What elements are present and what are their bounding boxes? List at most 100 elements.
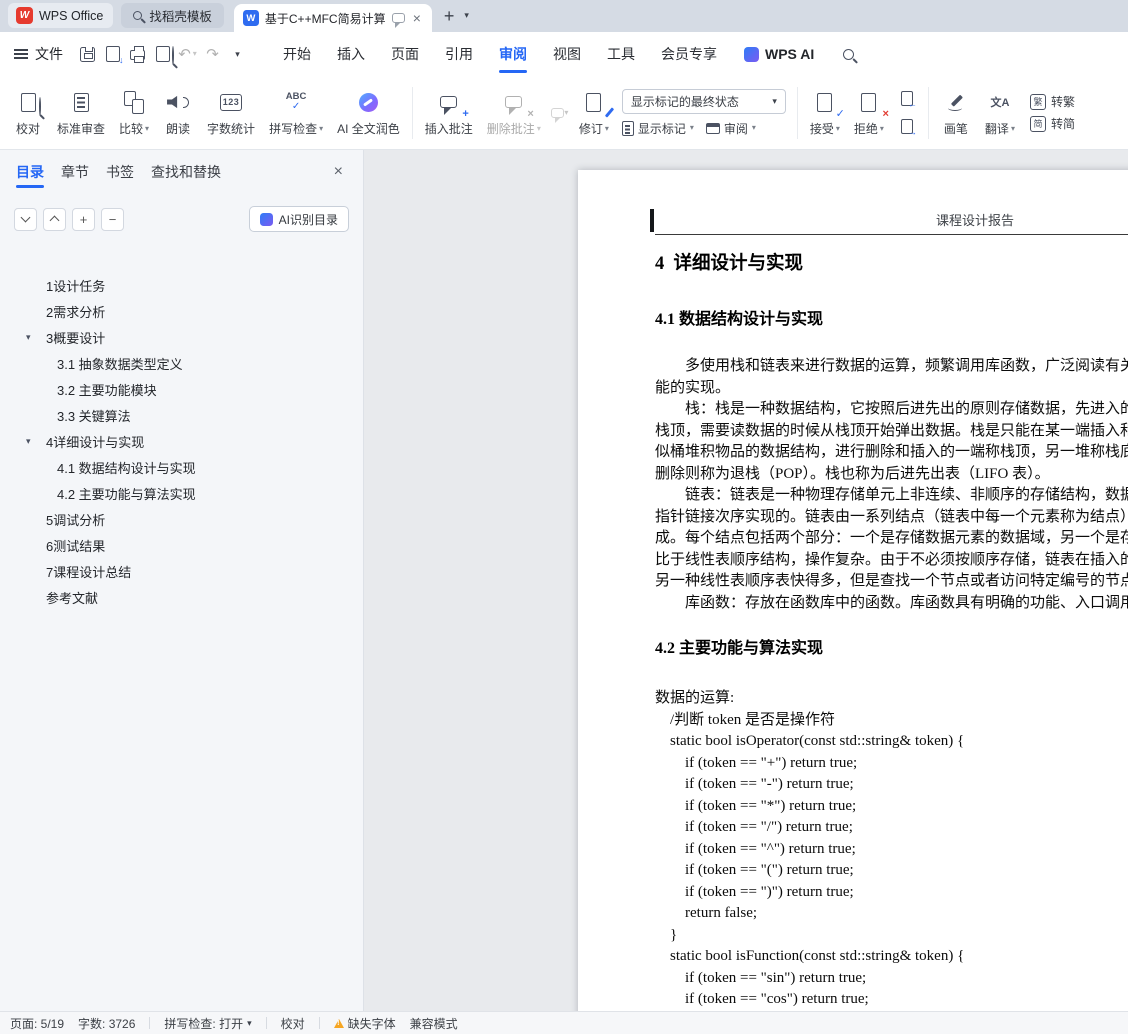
to-traditional-button[interactable]: 繁 转繁 xyxy=(1029,93,1102,110)
sidebar-tab-chapters[interactable]: 章节 xyxy=(61,150,89,194)
toc-item[interactable]: 1设计任务 xyxy=(0,272,363,298)
next-change-button[interactable]: → xyxy=(895,116,919,137)
toc-item[interactable]: 4.1 数据结构设计与实现 xyxy=(0,454,363,480)
compat-mode-indicator[interactable]: 兼容模式 xyxy=(410,1015,458,1032)
wps-ai-button[interactable]: WPS AI xyxy=(744,46,814,62)
ink-button[interactable]: 画笔 xyxy=(934,81,978,145)
document-text-line[interactable]: 数据的运算: xyxy=(655,688,1128,710)
search-button[interactable] xyxy=(836,41,861,67)
show-markup-button[interactable]: 显示标记 ▾ xyxy=(621,120,694,137)
code-line[interactable]: return false; xyxy=(655,903,1128,925)
sidebar-tab-bookmarks[interactable]: 书签 xyxy=(106,150,134,194)
toc-item[interactable]: 2需求分析 xyxy=(0,298,363,324)
redo-button[interactable]: ↷ xyxy=(200,41,225,67)
toc-item[interactable]: 3.1 抽象数据类型定义 xyxy=(0,350,363,376)
section-heading[interactable]: 4.2 主要功能与算法实现 xyxy=(655,634,1128,658)
print-button[interactable] xyxy=(125,41,150,67)
customize-quick-toolbar-button[interactable]: ▾ xyxy=(225,41,250,67)
tab-view[interactable]: 视图 xyxy=(540,32,594,76)
export-button[interactable]: ↓ xyxy=(100,41,125,67)
document-text-line[interactable]: 库函数：存放在函数库中的函数。库函数具有明确的功能、入口调用参数 xyxy=(655,593,1128,615)
tab-start[interactable]: 开始 xyxy=(270,32,324,76)
code-line[interactable]: if (token == "/") return true; xyxy=(655,817,1128,839)
accept-button[interactable]: ✓ 接受 ▾ xyxy=(803,81,847,145)
spell-check-button[interactable]: ABC ✓ 拼写检查 ▾ xyxy=(262,81,330,145)
collapse-arrow-icon[interactable]: ▾ xyxy=(26,332,31,343)
delete-comment-button[interactable]: × 删除批注 ▾ xyxy=(480,81,548,145)
document-text-line[interactable]: 多使用栈和链表来进行数据的运算，频繁调用库函数，广泛阅读有关书籍 xyxy=(655,356,1128,378)
toc-item[interactable]: 6测试结果 xyxy=(0,532,363,558)
document-text-line[interactable]: 删除则称为退栈（POP）。栈也称为后进先出表（LIFO 表）。 xyxy=(655,464,1128,486)
tab-insert[interactable]: 插入 xyxy=(324,32,378,76)
section-heading[interactable]: 4.1 数据结构设计与实现 xyxy=(655,305,1128,329)
page-indicator[interactable]: 页面: 5/19 xyxy=(10,1015,64,1032)
code-line[interactable]: /判断 token 是否是操作符 xyxy=(655,710,1128,732)
close-tab-icon[interactable]: × xyxy=(411,10,423,26)
spell-check-toggle[interactable]: 拼写检查: 打开 ▾ xyxy=(164,1015,251,1032)
toc-item[interactable]: ▾ 4详细设计与实现 xyxy=(0,428,363,454)
chapter-heading[interactable]: 4 详细设计与实现 xyxy=(655,249,1128,275)
tab-page[interactable]: 页面 xyxy=(378,32,432,76)
tab-reference[interactable]: 引用 xyxy=(432,32,486,76)
toc-item[interactable]: 3.3 关键算法 xyxy=(0,402,363,428)
document-page[interactable]: 课程设计报告 4 详细设计与实现 4.1 数据结构设计与实现 多使用栈和链表来进… xyxy=(578,170,1128,1011)
toc-item[interactable]: 7课程设计总结 xyxy=(0,558,363,584)
code-line[interactable]: } xyxy=(655,925,1128,947)
proofread-button[interactable]: 校对 xyxy=(6,81,50,145)
read-aloud-button[interactable]: 朗读 xyxy=(156,81,200,145)
tab-member[interactable]: 会员专享 xyxy=(648,32,730,76)
code-line[interactable]: if (token == "sin") return true; xyxy=(655,968,1128,990)
document-text-line[interactable]: 栈顶，需要读数据的时候从栈顶开始弹出数据。栈是只能在某一端插入和删除 xyxy=(655,421,1128,443)
ai-recognize-toc-button[interactable]: AI识别目录 xyxy=(248,206,349,232)
zoom-out-outline-button[interactable]: − xyxy=(101,207,124,231)
code-line[interactable]: if (token == "-") return true; xyxy=(655,774,1128,796)
docer-template-tab[interactable]: 找稻壳模板 xyxy=(121,3,224,28)
previous-change-button[interactable]: ← xyxy=(895,88,919,109)
print-preview-button[interactable] xyxy=(150,41,175,67)
collapse-arrow-icon[interactable]: ▾ xyxy=(26,436,31,447)
toc-item[interactable]: ▾ 3概要设计 xyxy=(0,324,363,350)
toc-item[interactable]: 4.2 主要功能与算法实现 xyxy=(0,480,363,506)
sidebar-tab-find-replace[interactable]: 查找和替换 xyxy=(151,150,221,194)
tab-list-chevron-icon[interactable]: ▾ xyxy=(464,10,469,21)
document-text-line[interactable]: 另一种线性表顺序表快得多，但是查找一个节点或者访问特定编号的节点则需 xyxy=(655,571,1128,593)
document-text-line[interactable]: 栈：栈是一种数据结构，它按照后进先出的原则存储数据，先进入的数据 xyxy=(655,399,1128,421)
sidebar-tab-contents[interactable]: 目录 xyxy=(16,150,44,194)
word-count-indicator[interactable]: 字数: 3726 xyxy=(78,1015,135,1032)
previous-comment-button[interactable]: ▾ xyxy=(548,102,572,123)
ai-polish-button[interactable]: AI 全文润色 xyxy=(330,81,407,145)
tab-tools[interactable]: 工具 xyxy=(594,32,648,76)
code-line[interactable]: if (token == "*") return true; xyxy=(655,796,1128,818)
code-line[interactable]: static bool isOperator(const std::string… xyxy=(655,731,1128,753)
code-line[interactable]: if (token == "+") return true; xyxy=(655,753,1128,775)
review-pane-button[interactable]: 审阅 ▾ xyxy=(705,120,756,137)
document-text-line[interactable]: 能的实现。 xyxy=(655,378,1128,400)
file-menu-button[interactable]: 文件 xyxy=(14,44,63,64)
translate-button[interactable]: 文A 翻译 ▾ xyxy=(978,81,1022,145)
wps-office-home-tab[interactable]: W WPS Office xyxy=(8,3,114,28)
tab-review[interactable]: 审阅 xyxy=(486,32,540,76)
code-line[interactable]: if (token == "(") return true; xyxy=(655,860,1128,882)
standard-review-button[interactable]: 标准审查 xyxy=(50,81,112,145)
toc-item[interactable]: 参考文献 xyxy=(0,584,363,610)
save-button[interactable] xyxy=(75,41,100,67)
document-text-line[interactable]: 链表：链表是一种物理存储单元上非连续、非顺序的存储结构，数据元素 xyxy=(655,485,1128,507)
code-line[interactable]: if (token == "cos") return true; xyxy=(655,989,1128,1011)
document-text-line[interactable]: 成。每个结点包括两个部分：一个是存储数据元素的数据域，另一个是存储下 xyxy=(655,528,1128,550)
undo-dropdown-icon[interactable]: ▾ xyxy=(193,50,197,58)
word-count-button[interactable]: 123 字数统计 xyxy=(200,81,262,145)
new-tab-button[interactable]: + xyxy=(444,7,455,25)
document-tab[interactable]: W 基于C++MFC简易计算器设计 × xyxy=(233,4,432,32)
close-sidebar-icon[interactable]: × xyxy=(334,163,343,181)
proofread-status-button[interactable]: 校对 xyxy=(281,1015,305,1032)
compare-button[interactable]: 比较 ▾ xyxy=(112,81,156,145)
code-line[interactable]: if (token == "^") return true; xyxy=(655,839,1128,861)
document-text-line[interactable]: 似桶堆积物品的数据结构，进行删除和插入的一端称栈顶，另一堆称栈底。插 xyxy=(655,442,1128,464)
toc-item[interactable]: 5调试分析 xyxy=(0,506,363,532)
missing-font-warning[interactable]: 缺失字体 xyxy=(333,1015,396,1032)
document-text-line[interactable]: 比于线性表顺序结构，操作复杂。由于不必须按顺序存储，链表在插入的时候 xyxy=(655,550,1128,572)
document-text-line[interactable]: 指针链接次序实现的。链表由一系列结点（链表中每一个元素称为结点）组成 xyxy=(655,507,1128,529)
insert-comment-button[interactable]: + 插入批注 xyxy=(418,81,480,145)
undo-button[interactable]: ↶ ▾ xyxy=(175,41,200,67)
track-changes-button[interactable]: 修订 ▾ xyxy=(572,81,616,145)
